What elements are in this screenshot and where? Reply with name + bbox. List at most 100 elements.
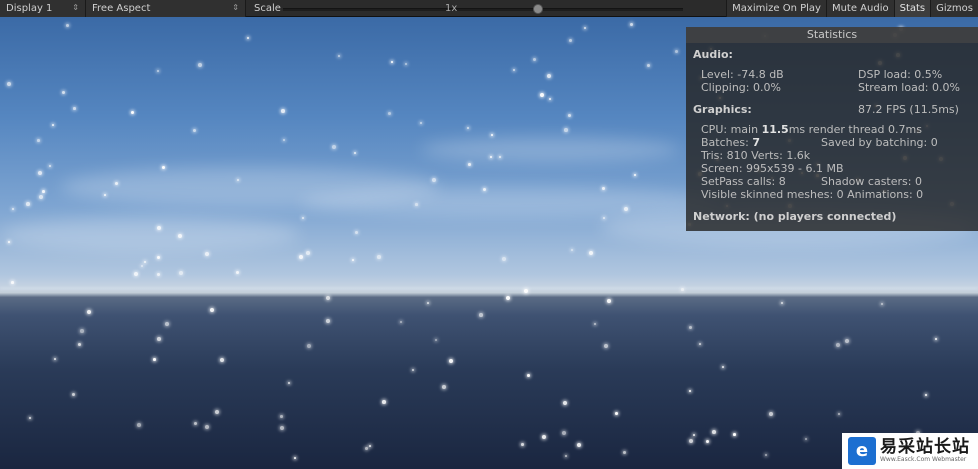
audio-level: Level: -74.8 dB — [701, 68, 784, 81]
snowflake — [80, 329, 84, 333]
snowflake — [689, 390, 691, 392]
snowflake — [369, 445, 371, 447]
snowflake — [603, 217, 605, 219]
watermark-name: 易采站长站 — [880, 437, 970, 457]
graphics-cpu: CPU: main 11.5ms render thread 0.7ms — [701, 123, 922, 136]
snowflake — [280, 415, 283, 418]
snowflake — [722, 366, 724, 368]
snowflake — [449, 359, 453, 363]
snowflake — [415, 203, 418, 206]
snowflake — [29, 417, 31, 419]
aspect-dropdown[interactable]: Free Aspect ⇕ — [86, 0, 246, 17]
graphics-shadow-casters: Shadow casters: 0 — [821, 175, 922, 188]
snowflake — [131, 111, 135, 115]
snowflake — [805, 438, 807, 440]
snowflake — [634, 174, 637, 177]
snowflake — [604, 344, 609, 349]
cpu-main-value: 11.5 — [761, 123, 789, 136]
snowflake — [236, 271, 240, 275]
snowflake — [37, 139, 40, 142]
gizmos-button[interactable]: Gizmos — [930, 0, 978, 17]
snowflake — [157, 70, 160, 73]
snowflake — [205, 425, 210, 430]
snowflake — [355, 231, 359, 235]
snowflake — [338, 55, 341, 58]
snowflake — [306, 251, 310, 255]
horizon-line — [0, 287, 978, 290]
snowflake — [54, 358, 56, 360]
batches-prefix: Batches: — [701, 136, 753, 149]
snowflake — [283, 139, 286, 142]
snowflake — [549, 98, 551, 100]
audio-header: Audio: — [693, 48, 733, 61]
snowflake — [589, 251, 594, 256]
snowflake — [157, 273, 160, 276]
scale-slider-thumb[interactable] — [533, 3, 543, 14]
snowflake — [769, 412, 774, 417]
snowflake — [294, 457, 296, 459]
mute-audio-button[interactable]: Mute Audio — [825, 0, 894, 17]
snowflake — [420, 122, 422, 124]
snowflake — [584, 27, 587, 30]
snowflake — [365, 447, 368, 450]
display-dropdown[interactable]: Display 1 ⇕ — [0, 0, 86, 17]
scale-label: Scale — [254, 2, 281, 14]
stats-button[interactable]: Stats — [893, 0, 931, 17]
snowflake — [502, 257, 507, 262]
game-view-toolbar: Display 1 ⇕ Free Aspect ⇕ Scale 1x Maxim… — [0, 0, 978, 17]
snowflake — [247, 37, 250, 40]
watermark: e 易采站长站 Www.Easck.Com Webmaster — [842, 433, 978, 469]
snowflake — [39, 195, 44, 200]
updown-arrow-icon: ⇕ — [72, 2, 79, 12]
snowflake — [468, 163, 471, 166]
snowflake — [66, 24, 70, 28]
snowflake — [733, 433, 736, 436]
snowflake — [8, 241, 11, 244]
snowflake — [491, 134, 493, 136]
snowflake — [881, 303, 884, 306]
snowflake — [615, 412, 618, 415]
watermark-text: 易采站长站 Www.Easck.Com Webmaster — [880, 438, 970, 464]
snowflake — [506, 296, 511, 301]
statistics-panel: Statistics Audio: Level: -74.8 dB DSP lo… — [686, 27, 978, 231]
snowflake — [326, 296, 331, 301]
snowflake — [326, 319, 330, 323]
snowflake — [845, 339, 850, 344]
graphics-tris-verts: Tris: 810 Verts: 1.6k — [701, 149, 811, 162]
snowflake — [435, 339, 437, 341]
snowflake — [281, 109, 285, 113]
scale-slider-track[interactable] — [283, 7, 683, 11]
maximize-on-play-button[interactable]: Maximize On Play — [726, 0, 826, 17]
snowflake — [78, 343, 82, 347]
snowflake — [38, 171, 43, 176]
snowflake — [693, 434, 695, 436]
snowflake — [527, 374, 530, 377]
snowflake — [432, 178, 437, 183]
snowflake — [569, 39, 572, 42]
display-dropdown-label: Display 1 — [6, 2, 53, 14]
updown-arrow-icon: ⇕ — [232, 2, 239, 12]
snowflake — [547, 74, 552, 79]
snowflake — [377, 255, 381, 259]
snowflake — [62, 91, 66, 95]
graphics-header: Graphics: — [693, 103, 752, 116]
snowflake — [332, 145, 337, 150]
snowflake — [540, 93, 545, 98]
audio-dsp-load: DSP load: 0.5% — [858, 68, 943, 81]
snowflake — [699, 343, 701, 345]
snowflake — [52, 124, 54, 126]
snowflake — [706, 440, 710, 444]
snowflake — [157, 256, 161, 260]
snowflake — [280, 426, 285, 431]
snowflake — [594, 323, 597, 326]
snowflake — [104, 194, 106, 196]
snowflake — [935, 338, 937, 340]
snowflake — [838, 413, 841, 416]
snowflake — [215, 410, 220, 415]
cpu-suffix: ms render thread 0.7ms — [788, 123, 922, 136]
snowflake — [137, 423, 141, 427]
snowflake — [681, 288, 684, 291]
statistics-title: Statistics — [686, 27, 978, 43]
graphics-fps: 87.2 FPS (11.5ms) — [858, 103, 959, 116]
snowflake — [623, 451, 627, 455]
